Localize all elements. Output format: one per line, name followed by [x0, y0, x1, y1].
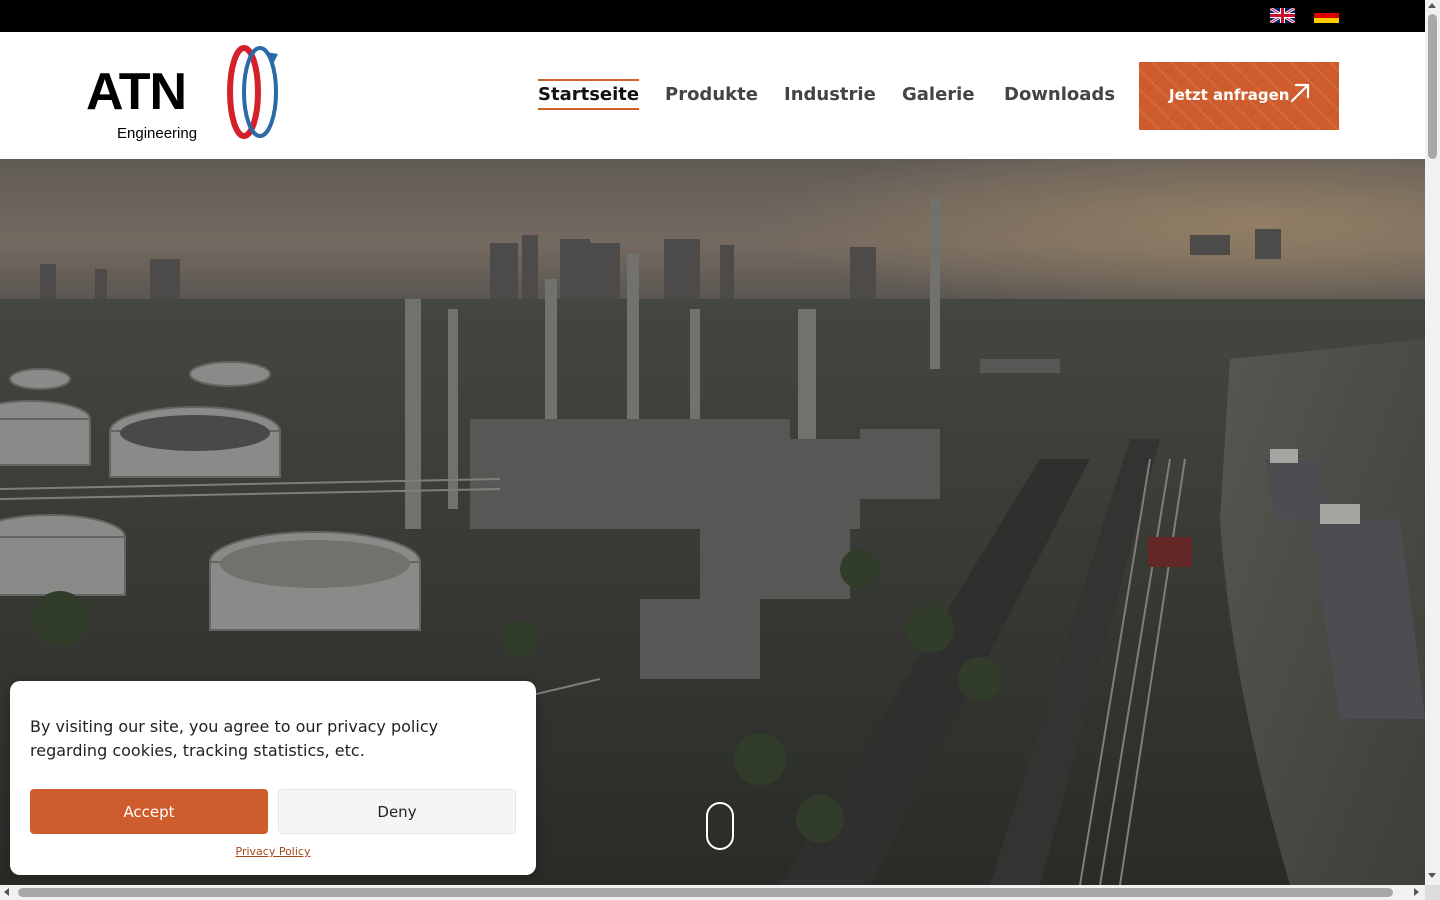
page-viewport: ATN Engineering Startseite Produkte Indu… [0, 0, 1425, 885]
mouse-scroll-icon[interactable] [706, 802, 734, 850]
nav-item-downloads[interactable]: Downloads [1004, 83, 1115, 107]
inquiry-button-label: Jetzt anfragen [1169, 86, 1290, 104]
accept-button[interactable]: Accept [30, 789, 268, 834]
nav-item-galerie[interactable]: Galerie [902, 83, 975, 107]
scroll-left-arrow-icon[interactable] [4, 888, 9, 896]
arrow-up-right-icon [1290, 83, 1310, 103]
privacy-policy-link[interactable]: Privacy Policy [10, 845, 536, 858]
site-header: ATN Engineering Startseite Produkte Indu… [0, 32, 1425, 159]
scroll-up-arrow-icon[interactable] [1428, 3, 1436, 8]
scrollbar-corner [1425, 885, 1440, 900]
logo-rings-icon [227, 45, 278, 139]
germany-flag-icon[interactable] [1314, 8, 1339, 23]
deny-button[interactable]: Deny [278, 789, 516, 834]
nav-item-startseite[interactable]: Startseite [538, 79, 640, 110]
horizontal-scroll-thumb[interactable] [18, 888, 1393, 897]
nav-item-produkte[interactable]: Produkte [665, 83, 758, 107]
cookie-banner: By visiting our site, you agree to our p… [10, 681, 536, 875]
cookie-message: By visiting our site, you agree to our p… [30, 717, 439, 760]
vertical-scroll-thumb[interactable] [1428, 14, 1437, 159]
inquiry-button[interactable]: Jetzt anfragen [1139, 62, 1339, 130]
logo-wordmark: ATN [86, 63, 187, 121]
top-bar [0, 0, 1425, 32]
logo-subtitle: Engineering [117, 125, 198, 142]
atn-logo[interactable]: ATN Engineering [86, 44, 286, 144]
scroll-right-arrow-icon[interactable] [1414, 888, 1419, 896]
horizontal-scrollbar[interactable] [0, 885, 1425, 900]
nav-item-industrie[interactable]: Industrie [784, 83, 876, 107]
scroll-down-arrow-icon[interactable] [1428, 873, 1436, 878]
uk-flag-icon[interactable] [1270, 8, 1295, 23]
vertical-scrollbar[interactable] [1425, 0, 1440, 885]
